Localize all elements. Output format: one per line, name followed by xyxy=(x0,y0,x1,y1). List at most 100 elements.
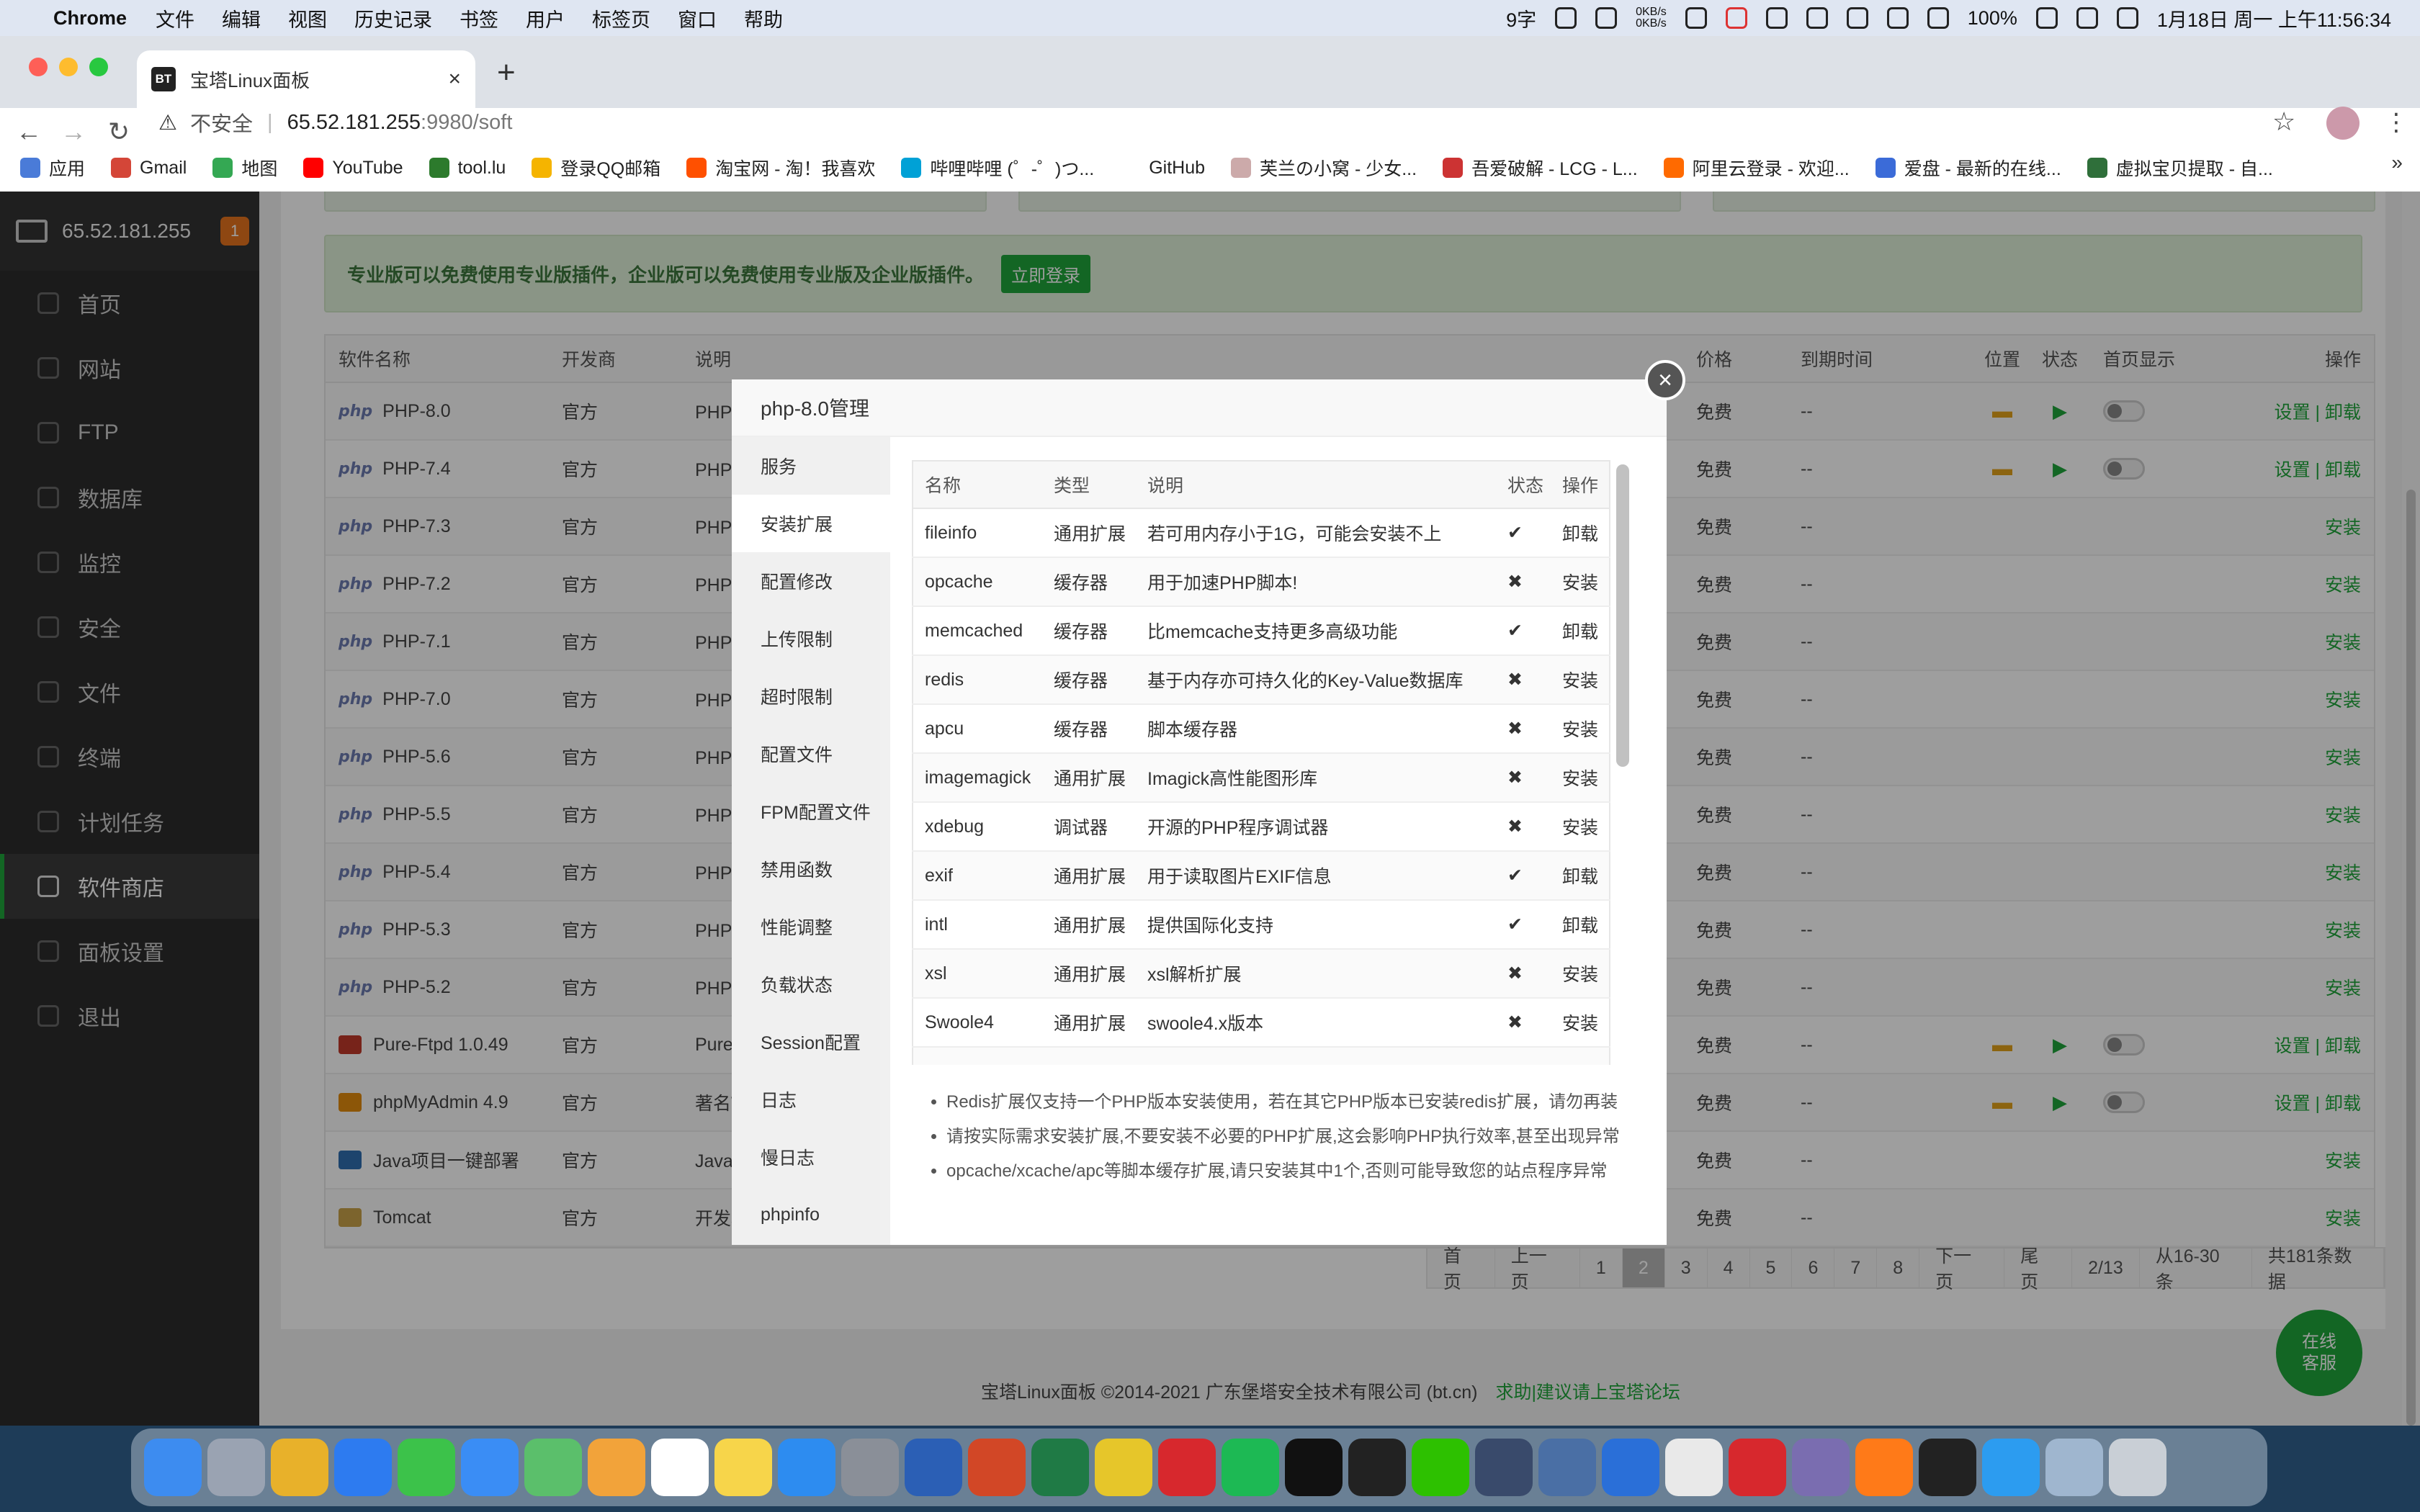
back-icon[interactable]: ← xyxy=(16,117,42,147)
netease-music-icon[interactable] xyxy=(1158,1439,1216,1496)
close-tab-icon[interactable]: × xyxy=(448,67,461,91)
warning-icon[interactable]: ⚠ xyxy=(158,110,177,135)
terminal-icon[interactable] xyxy=(1919,1439,1976,1496)
bookmark-item[interactable]: YouTube xyxy=(303,158,403,179)
menubar-clock[interactable]: 1月18日 周一 上午11:56:34 xyxy=(2157,4,2391,32)
close-window-button[interactable] xyxy=(29,58,48,76)
app-name[interactable]: Chrome xyxy=(53,7,127,30)
trash-icon[interactable] xyxy=(2109,1439,2166,1496)
qq-icon[interactable] xyxy=(1285,1439,1343,1496)
menu-window[interactable]: 窗口 xyxy=(678,4,717,32)
bookmark-item[interactable]: 爱盘 - 最新的在线... xyxy=(1875,155,2061,181)
wifi-icon[interactable] xyxy=(2035,7,2058,29)
uninstall-link[interactable]: 卸载 xyxy=(1551,606,1610,656)
forward-icon[interactable]: → xyxy=(60,117,86,147)
modal-nav-item[interactable]: 服务 xyxy=(732,437,890,495)
input-method-icon[interactable] xyxy=(1555,7,1577,29)
chrome-icon[interactable] xyxy=(271,1439,328,1496)
modal-nav-item[interactable]: Session配置 xyxy=(732,1013,890,1071)
bookmark-item[interactable]: 阿里云登录 - 欢迎... xyxy=(1663,155,1850,181)
bookmark-item[interactable]: 哔哩哔哩 (゜-゜)つ... xyxy=(901,155,1094,181)
ime-indicator[interactable]: 9字 xyxy=(1506,4,1536,32)
menu-view[interactable]: 视图 xyxy=(288,4,327,32)
mail-icon[interactable] xyxy=(1685,7,1707,29)
system-preferences-icon[interactable] xyxy=(841,1439,899,1496)
search-icon[interactable] xyxy=(2076,7,2098,29)
menu-edit[interactable]: 编辑 xyxy=(222,4,261,32)
modal-nav-item[interactable]: 日志 xyxy=(732,1071,890,1128)
bookmark-item[interactable]: 登录QQ邮箱 xyxy=(532,155,660,181)
new-tab-icon[interactable]: + xyxy=(497,55,516,91)
photos-icon[interactable] xyxy=(588,1439,645,1496)
volume-icon[interactable] xyxy=(1886,7,1909,29)
textedit-icon[interactable] xyxy=(1665,1439,1723,1496)
qq-2-icon[interactable] xyxy=(1348,1439,1406,1496)
uninstall-link[interactable]: 卸载 xyxy=(1551,508,1610,558)
bell-icon[interactable] xyxy=(1765,7,1788,29)
powerpoint-icon[interactable] xyxy=(968,1439,1026,1496)
modal-nav-item[interactable]: 配置修改 xyxy=(732,552,890,610)
bookmarks-overflow-icon[interactable]: » xyxy=(2391,151,2403,174)
safari-icon[interactable] xyxy=(334,1439,392,1496)
extension-scrollbar-thumb[interactable] xyxy=(1616,464,1629,767)
minimize-window-button[interactable] xyxy=(59,58,78,76)
windows-app-icon[interactable] xyxy=(1602,1439,1659,1496)
zoom-window-button[interactable] xyxy=(89,58,108,76)
music-icon[interactable] xyxy=(1095,1439,1152,1496)
mail-icon[interactable] xyxy=(461,1439,519,1496)
downloads-icon[interactable] xyxy=(2045,1439,2103,1496)
install-link[interactable]: 安装 xyxy=(1551,704,1610,754)
profile-avatar[interactable] xyxy=(2326,107,2360,140)
bookmark-item[interactable]: GitHub xyxy=(1120,158,1205,179)
bookmark-item[interactable]: 芙兰の小窝 - 少女... xyxy=(1231,155,1417,181)
more-menu-icon[interactable]: ⋮ xyxy=(2384,108,2408,137)
bookmark-item[interactable]: 地图 xyxy=(212,155,277,181)
pause-icon[interactable] xyxy=(1725,7,1747,29)
modal-nav-item[interactable]: 安装扩展 xyxy=(732,495,890,552)
modal-nav-item[interactable]: 配置文件 xyxy=(732,725,890,783)
excel-icon[interactable] xyxy=(1031,1439,1089,1496)
eye-icon[interactable] xyxy=(1806,7,1828,29)
screen-app-icon[interactable] xyxy=(1538,1439,1596,1496)
grid-icon[interactable] xyxy=(1595,7,1618,29)
menu-user[interactable]: 用户 xyxy=(526,4,565,32)
modal-nav-item[interactable]: 禁用函数 xyxy=(732,840,890,898)
install-link[interactable]: 安装 xyxy=(1551,998,1610,1048)
modal-nav-item[interactable]: FPM配置文件 xyxy=(732,783,890,840)
bookmark-star-icon[interactable]: ☆ xyxy=(2272,107,2295,137)
firefox-icon[interactable] xyxy=(1855,1439,1913,1496)
bookmark-item[interactable]: 虚拟宝贝提取 - 自... xyxy=(2087,155,2273,181)
notes-icon[interactable] xyxy=(714,1439,772,1496)
control-center-icon[interactable] xyxy=(2116,7,2138,29)
browser-tab[interactable]: BT 宝塔Linux面板 × xyxy=(137,50,475,108)
word-icon[interactable] xyxy=(905,1439,962,1496)
spotify-icon[interactable] xyxy=(1222,1439,1279,1496)
address-bar[interactable]: ⚠ 不安全 | 65.52.181.255 :9980/soft xyxy=(158,107,2298,138)
calendar-icon[interactable] xyxy=(651,1439,709,1496)
install-link[interactable]: 安装 xyxy=(1551,802,1610,852)
play-circle-icon[interactable] xyxy=(1846,7,1868,29)
vscode-icon[interactable] xyxy=(1982,1439,2040,1496)
bookmark-item[interactable]: tool.lu xyxy=(429,158,506,179)
modal-nav-item[interactable]: phpinfo xyxy=(732,1186,890,1243)
messages-icon[interactable] xyxy=(398,1439,455,1496)
bookmark-item[interactable]: Gmail xyxy=(111,158,187,179)
wechat-icon[interactable] xyxy=(1412,1439,1469,1496)
modal-nav-item[interactable]: 慢日志 xyxy=(732,1128,890,1186)
menu-help[interactable]: 帮助 xyxy=(744,4,783,32)
reload-icon[interactable]: ↻ xyxy=(108,117,130,147)
install-link[interactable]: 安装 xyxy=(1551,655,1610,705)
bookmark-item[interactable]: 应用 xyxy=(20,155,85,181)
finder-icon[interactable] xyxy=(144,1439,202,1496)
maps-icon[interactable] xyxy=(524,1439,582,1496)
install-link[interactable]: 安装 xyxy=(1551,557,1610,607)
menu-history[interactable]: 历史记录 xyxy=(354,4,432,32)
menu-bookmarks[interactable]: 书签 xyxy=(460,4,498,32)
uninstall-link[interactable]: 卸载 xyxy=(1551,900,1610,950)
bookmark-item[interactable]: 淘宝网 - 淘！我喜欢 xyxy=(686,155,875,181)
install-link[interactable]: 安装 xyxy=(1551,753,1610,803)
bluetooth-icon[interactable] xyxy=(1927,7,1949,29)
modal-nav-item[interactable]: 上传限制 xyxy=(732,610,890,667)
menu-file[interactable]: 文件 xyxy=(156,4,194,32)
archive-icon[interactable] xyxy=(1792,1439,1850,1496)
